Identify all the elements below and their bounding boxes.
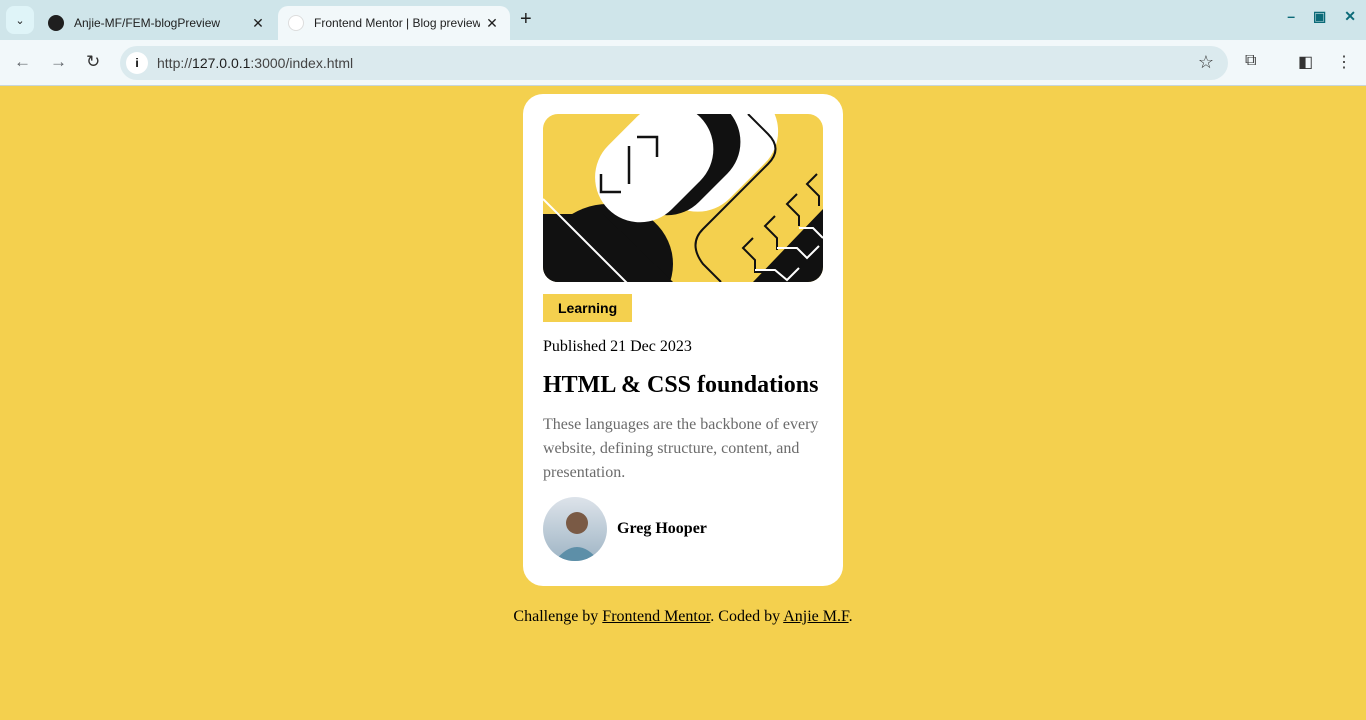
- tab-title: Frontend Mentor | Blog preview: [314, 16, 480, 30]
- address-bar[interactable]: i http://127.0.0.1:3000/index.html ☆: [120, 46, 1228, 80]
- page: Learning Published 21 Dec 2023 HTML & CS…: [0, 86, 1366, 719]
- tab-github[interactable]: Anjie-MF/FEM-blogPreview ✕: [40, 6, 276, 40]
- extensions-icon[interactable]: ⧉: [1245, 52, 1256, 70]
- side-panel-icon[interactable]: ◧: [1298, 52, 1313, 72]
- forward-icon[interactable]: →: [50, 52, 67, 72]
- category-tag: Learning: [543, 294, 633, 322]
- author-link[interactable]: Anjie M.F: [783, 608, 848, 625]
- published-date: Published 21 Dec 2023: [543, 338, 692, 355]
- url-text: http://127.0.0.1:3000/index.html: [157, 55, 354, 71]
- reload-icon[interactable]: ↻: [86, 52, 100, 72]
- close-tab-icon[interactable]: ✕: [480, 15, 504, 32]
- close-window-icon[interactable]: ✕: [1344, 8, 1356, 25]
- close-tab-icon[interactable]: ✕: [246, 15, 270, 32]
- github-icon: [48, 15, 64, 31]
- tab-title: Anjie-MF/FEM-blogPreview: [74, 16, 221, 30]
- frontend-mentor-link[interactable]: Frontend Mentor: [602, 608, 710, 625]
- tab-blog-preview[interactable]: Frontend Mentor | Blog preview ✕: [278, 6, 510, 40]
- minimize-icon[interactable]: –: [1287, 8, 1295, 25]
- new-tab-icon[interactable]: +: [520, 8, 532, 31]
- avatar: [543, 497, 607, 561]
- tab-search-button[interactable]: ⌄: [6, 6, 34, 34]
- author: Greg Hooper: [543, 497, 823, 561]
- back-icon[interactable]: ←: [14, 52, 31, 72]
- bookmark-star-icon[interactable]: ☆: [1198, 52, 1214, 73]
- card-description: These languages are the backbone of ever…: [543, 416, 819, 481]
- site-info-icon[interactable]: i: [126, 52, 148, 74]
- author-name: Greg Hooper: [617, 520, 707, 537]
- menu-icon[interactable]: ⋮: [1336, 52, 1352, 72]
- hero-illustration: [543, 114, 823, 282]
- blog-card: Learning Published 21 Dec 2023 HTML & CS…: [523, 94, 843, 586]
- frontend-mentor-icon: [288, 15, 304, 31]
- card-title[interactable]: HTML & CSS foundations: [543, 372, 823, 399]
- tab-bar: ⌄ Anjie-MF/FEM-blogPreview ✕ Frontend Me…: [0, 0, 1366, 40]
- attribution: Challenge by Frontend Mentor. Coded by A…: [513, 608, 853, 625]
- toolbar: ← → ↻ i http://127.0.0.1:3000/index.html…: [0, 40, 1366, 86]
- maximize-icon[interactable]: ▣: [1313, 8, 1326, 25]
